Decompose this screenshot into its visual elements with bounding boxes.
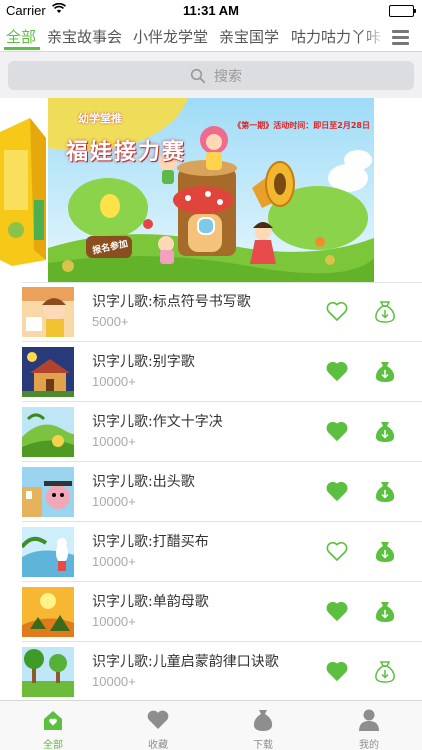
bottom-tab-bar: 全部 收藏 下载 我的 [0,700,422,750]
banner-subtitle: 幼学堂推 [78,112,122,125]
banner-image[interactable]: 幼学堂推 福娃接力赛 《第一期》活动时间：即日至2月28日 报名参加 [48,98,374,282]
search-input[interactable]: 搜索 [8,61,414,90]
search-placeholder: 搜索 [214,69,242,85]
heart-outline-icon[interactable] [325,540,349,562]
tabbar-label: 我的 [359,740,379,750]
tabbar-profile[interactable]: 我的 [339,701,399,750]
download-filled-icon[interactable] [373,357,397,384]
home-icon [44,711,62,730]
item-thumbnail [22,467,74,517]
tabbar-downloads[interactable]: 下载 [233,701,293,750]
tabbar-label: 收藏 [148,740,168,750]
list-item[interactable]: 识字儿歌:别字歌 10000+ [0,342,422,402]
list-item[interactable]: 识字儿歌:作文十字决 10000+ [0,402,422,462]
banner-carousel[interactable]: 幼学堂推 福娃接力赛 《第一期》活动时间：即日至2月28日 报名参加 [0,98,422,282]
list-item[interactable]: 识字儿歌:标点符号书写歌 5000+ [0,282,422,342]
item-thumbnail [22,407,74,457]
tabbar-label: 下载 [253,740,273,750]
battery-icon [389,5,416,17]
active-tab-indicator [4,47,40,50]
category-tabs: 全部 亲宝故事会 小伴龙学堂 亲宝国学 咕力咕力丫咔 [0,22,422,52]
tab-xiaobanlong[interactable]: 小伴龙学堂 [133,26,208,47]
banner-previous-image [0,110,48,268]
item-play-count: 10000+ [92,494,136,509]
item-title: 识字儿歌:作文十字决 [92,414,223,430]
download-outline-icon[interactable] [373,657,397,684]
item-title: 识字儿歌:标点符号书写歌 [92,294,251,310]
tabbar-favorites[interactable]: 收藏 [128,701,188,750]
download-filled-icon[interactable] [373,537,397,564]
heart-filled-icon[interactable] [325,420,349,442]
person-icon [359,709,379,731]
heart-icon [147,710,169,729]
heart-filled-icon[interactable] [325,600,349,622]
list-item[interactable]: 识字儿歌:单韵母歌 10000+ [0,582,422,642]
item-play-count: 10000+ [92,554,136,569]
item-play-count: 10000+ [92,374,136,389]
item-thumbnail [22,287,74,337]
item-thumbnail [22,587,74,637]
download-outline-icon[interactable] [373,297,397,324]
item-play-count: 10000+ [92,434,136,449]
item-thumbnail [22,647,74,697]
tab-story[interactable]: 亲宝故事会 [47,26,122,47]
download-filled-icon[interactable] [373,417,397,444]
download-filled-icon[interactable] [373,477,397,504]
item-title: 识字儿歌:别字歌 [92,354,195,370]
status-bar: Carrier 11:31 AM [0,0,422,22]
heart-outline-icon[interactable] [325,300,349,322]
list-item[interactable]: 识字儿歌:打醋买布 10000+ [0,522,422,582]
tabs-fade [362,22,386,52]
tabbar-all[interactable]: 全部 [23,701,83,750]
list-item[interactable]: 识字儿歌:出头歌 10000+ [0,462,422,522]
item-title: 识字儿歌:儿童启蒙韵律口诀歌 [92,654,279,670]
list-item[interactable]: 识字儿歌:儿童启蒙韵律口诀歌 10000+ [0,642,422,702]
heart-filled-icon[interactable] [325,480,349,502]
clock: 11:31 AM [183,3,239,18]
item-play-count: 10000+ [92,674,136,689]
search-icon [190,68,206,84]
item-title: 识字儿歌:打醋买布 [92,534,209,550]
item-play-count: 5000+ [92,314,129,329]
banner-title: 福娃接力赛 [66,140,187,165]
tab-all[interactable]: 全部 [6,26,36,47]
tab-guoxue[interactable]: 亲宝国学 [219,26,279,47]
tabbar-label: 全部 [43,740,63,750]
menu-icon[interactable] [386,22,416,52]
download-bag-icon [253,710,273,731]
item-thumbnail [22,347,74,397]
item-title: 识字儿歌:单韵母歌 [92,594,209,610]
item-title: 识字儿歌:出头歌 [92,474,195,490]
item-play-count: 10000+ [92,614,136,629]
heart-filled-icon[interactable] [325,360,349,382]
search-area: 搜索 [0,52,422,98]
heart-filled-icon[interactable] [325,660,349,682]
download-filled-icon[interactable] [373,597,397,624]
item-thumbnail [22,527,74,577]
banner-note: 《第一期》活动时间：即日至2月28日 [233,121,370,130]
